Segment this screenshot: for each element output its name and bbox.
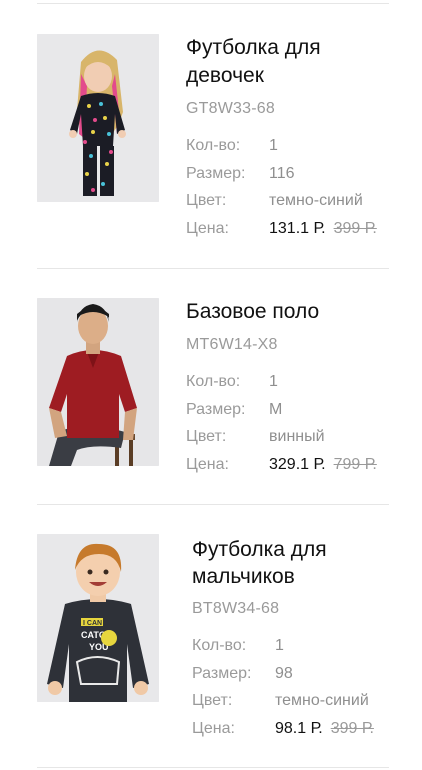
cart-item[interactable]: Базовое поло MT6W14-X8 Кол-во: 1 Размер:… [0,268,422,504]
color-label: Цвет: [186,192,227,209]
old-price: 399 Р. [330,720,374,737]
size-label: Размер: [186,165,246,182]
color-value: винный [269,428,325,445]
quantity-label: Кол-во: [192,637,247,654]
quantity-value: 1 [269,137,278,154]
price-label: Цена: [186,220,229,237]
quantity-value: 1 [275,637,284,654]
price-value: 131.1 Р. 399 Р. [269,219,377,239]
product-title-line2[interactable]: мальчиков [192,563,295,591]
product-image[interactable] [37,34,159,202]
cart-item[interactable]: Футболка для девочек GT8W33-68 Кол-во: 1… [0,0,422,268]
product-title-line2[interactable]: девочек [186,62,264,90]
quantity-value: 1 [269,373,278,390]
size-value: M [269,401,283,418]
divider-bottom [37,767,389,768]
color-label: Цвет: [186,428,227,445]
size-label: Размер: [192,665,252,682]
size-label: Размер: [186,401,246,418]
product-image[interactable] [37,298,159,466]
color-value: темно-синий [269,192,363,209]
color-label: Цвет: [192,692,233,709]
size-value: 116 [269,165,295,182]
size-value: 98 [275,665,293,682]
price-value: 98.1 Р. 399 Р. [275,719,374,739]
price-label: Цена: [186,456,229,473]
product-sku: BT8W34-68 [192,600,280,617]
quantity-label: Кол-во: [186,137,241,154]
color-value: темно-синий [275,692,369,709]
quantity-label: Кол-во: [186,373,241,390]
product-title[interactable]: Базовое поло [186,298,319,326]
product-image[interactable]: I CAN CATCH YOU [37,534,159,702]
old-price: 799 Р. [333,456,377,473]
cart-item[interactable]: I CAN CATCH YOU Футболка для мальчиков B… [0,504,422,770]
old-price: 399 Р. [333,220,377,237]
current-price: 131.1 Р. [269,220,326,237]
product-sku: GT8W33-68 [186,100,275,117]
price-value: 329.1 Р. 799 Р. [269,455,377,475]
product-title[interactable]: Футболка для [186,34,321,62]
print-text-line1: I CAN [83,620,102,627]
product-title[interactable]: Футболка для [192,536,327,564]
current-price: 329.1 Р. [269,456,326,473]
price-label: Цена: [192,720,235,737]
product-sku: MT6W14-X8 [186,336,278,353]
current-price: 98.1 Р. [275,720,323,737]
